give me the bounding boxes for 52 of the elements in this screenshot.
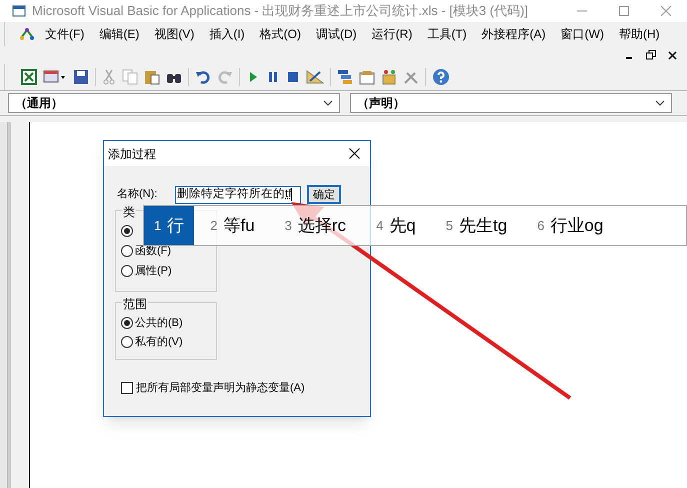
menu-item[interactable]: 运行(R) (372, 25, 412, 43)
close-icon[interactable] (349, 148, 360, 159)
ime-candidate[interactable]: 4 先q (366, 206, 426, 245)
menu-item[interactable]: 调试(D) (316, 25, 357, 43)
pause-icon[interactable] (266, 70, 280, 84)
radio-button[interactable] (121, 225, 133, 237)
app-icon (12, 4, 26, 18)
window-title: Microsoft Visual Basic for Applications - 出现财务重述上市公司统计.xls - [模块3 (代码)] (32, 2, 528, 20)
object-browser-icon[interactable] (381, 69, 397, 85)
save-icon[interactable] (73, 69, 89, 85)
radio-label: 属性(P) (135, 264, 172, 279)
design-mode-icon[interactable] (306, 69, 324, 85)
ime-candidate[interactable]: 2 等fu (200, 206, 265, 245)
form-insert-icon[interactable] (43, 69, 67, 85)
stop-icon[interactable] (286, 70, 300, 84)
radio-button[interactable] (121, 317, 133, 329)
help-icon[interactable] (432, 68, 450, 86)
ime-candidate[interactable]: 5 先生tg (436, 206, 518, 245)
paste-icon[interactable] (144, 69, 160, 85)
close-icon[interactable] (668, 50, 677, 60)
menu-item[interactable]: 窗口(W) (560, 25, 604, 43)
group-title: 类 (122, 203, 136, 221)
ok-button[interactable]: 确定 (307, 185, 341, 204)
menu-item[interactable]: 文件(F) (45, 25, 84, 43)
menu-item[interactable]: 插入(I) (209, 25, 245, 43)
checkbox[interactable] (121, 382, 133, 394)
project-explorer-icon[interactable] (337, 69, 353, 85)
procedure-combo[interactable]: （声明） (350, 93, 672, 113)
name-input-field[interactable]: 删除特定字符所在的tf (175, 186, 301, 204)
radio-label: 函数(F) (135, 244, 172, 259)
excel-icon[interactable] (21, 69, 37, 85)
ime-candidate[interactable]: 3 选择rc (274, 206, 356, 245)
radio-button[interactable] (121, 245, 133, 257)
properties-icon[interactable] (359, 69, 375, 85)
radio-label: 私有的(V) (135, 334, 183, 350)
menu-item[interactable]: 编辑(E) (99, 25, 140, 43)
ime-candidate[interactable]: 6 行业og (527, 206, 614, 245)
undo-icon[interactable] (195, 69, 211, 85)
menu-item[interactable]: 工具(T) (427, 25, 467, 43)
radio-button[interactable] (121, 265, 133, 277)
object-combo[interactable]: （通用） (8, 93, 340, 113)
menu-item[interactable]: 格式(O) (260, 25, 301, 43)
menu-item[interactable]: 帮助(H) (618, 25, 660, 43)
group-title: 范围 (122, 295, 148, 313)
menu-item[interactable]: 视图(V) (154, 25, 194, 43)
restore-icon[interactable] (646, 50, 656, 60)
radio-label: 公共的(B) (135, 316, 183, 331)
menu-item[interactable]: 外接程序(A) (482, 25, 546, 43)
name-label: 名称(N): (117, 187, 158, 202)
ime-candidate[interactable]: 1 行 (144, 206, 194, 245)
radio-button[interactable] (121, 336, 133, 348)
dialog-title: 添加过程 (108, 146, 156, 162)
